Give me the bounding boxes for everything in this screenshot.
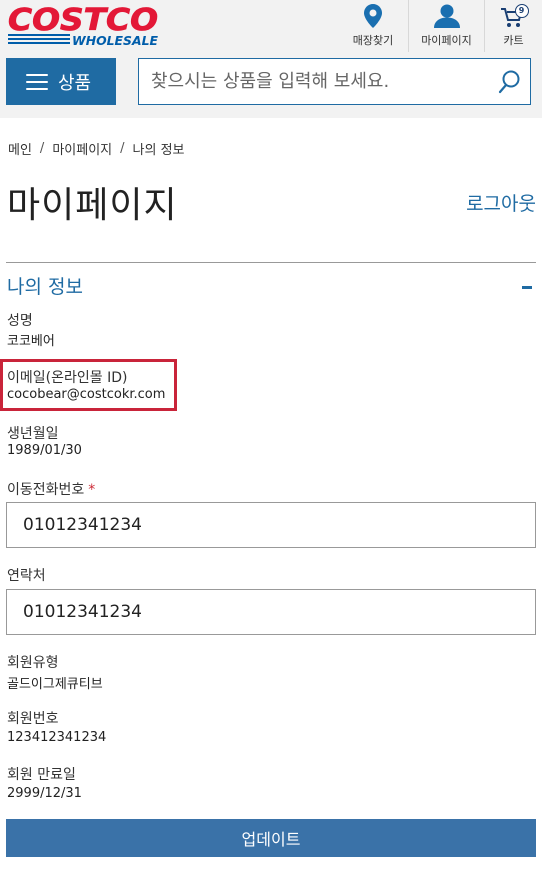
page-title: 마이페이지 (7, 185, 178, 226)
member-type-value: 골드이그제큐티브 (7, 677, 103, 692)
contact-input[interactable] (6, 589, 536, 635)
required-marker: * (88, 482, 96, 498)
costco-logo[interactable]: COSTCO WHOLESALE (6, 4, 160, 48)
nav-cart[interactable]: 9 카트 (484, 0, 542, 52)
member-number-label: 회원번호 (7, 711, 59, 727)
mobile-label-text: 이동전화번호 (7, 482, 85, 498)
mobile-input[interactable] (6, 502, 536, 548)
email-label: 이메일(온라인몰 ID) (7, 370, 128, 386)
update-button[interactable]: 업데이트 (6, 819, 536, 857)
hamburger-icon (26, 73, 48, 90)
nav-mypage-label: 마이페이지 (421, 34, 472, 47)
nav-mypage[interactable]: 마이페이지 (408, 0, 484, 52)
my-info-section-header[interactable]: 나의 정보 (7, 272, 535, 298)
member-type-label: 회원유형 (7, 655, 59, 671)
logout-link[interactable]: 로그아웃 (466, 189, 536, 216)
cart-icon-wrap: 9 (500, 4, 529, 28)
header-nav: 매장찾기 마이페이지 9 카트 (338, 0, 542, 52)
member-number-value: 123412341234 (7, 730, 107, 745)
name-label: 성명 (7, 313, 33, 329)
breadcrumb-separator: / (120, 141, 125, 156)
site-header: COSTCO WHOLESALE 매장찾기 마이페이지 9 카트 상품 찾으시는… (0, 0, 542, 118)
expiry-label: 회원 만료일 (7, 767, 76, 783)
location-pin-icon (364, 4, 382, 28)
section-title: 나의 정보 (7, 275, 83, 298)
mobile-label: 이동전화번호 * (7, 479, 95, 499)
search-input[interactable] (139, 59, 488, 104)
logo-costco-text: COSTCO (8, 4, 158, 38)
product-menu-label: 상품 (58, 72, 92, 94)
logo-stripe-3 (8, 42, 70, 44)
nav-store-locator[interactable]: 매장찾기 (338, 0, 408, 52)
section-divider (6, 262, 536, 263)
user-icon (433, 4, 460, 28)
logo-wholesale-text: WHOLESALE (72, 34, 159, 48)
breadcrumb-home[interactable]: 메인 (8, 139, 32, 158)
breadcrumb: 메인 / 마이페이지 / 나의 정보 (8, 139, 185, 158)
cart-count-badge: 9 (514, 4, 529, 18)
breadcrumb-my-info: 나의 정보 (132, 143, 185, 158)
search-bar (138, 58, 531, 105)
collapse-minus-icon[interactable] (522, 285, 532, 289)
name-value: 코코베어 (7, 334, 55, 349)
breadcrumb-separator: / (39, 141, 45, 156)
birthdate-value: 1989/01/30 (7, 443, 82, 458)
email-value: cocobear@costcokr.com (7, 387, 166, 402)
birthdate-label: 생년월일 (7, 426, 59, 442)
product-menu-button[interactable]: 상품 (6, 58, 116, 105)
contact-label: 연락처 (7, 568, 46, 584)
nav-cart-label: 카트 (503, 34, 524, 47)
logo-stripe-1 (8, 34, 70, 36)
nav-store-label: 매장찾기 (352, 34, 394, 47)
breadcrumb-mypage[interactable]: 마이페이지 (52, 139, 112, 158)
logo-stripe-2 (8, 38, 70, 40)
search-icon[interactable] (488, 59, 530, 104)
expiry-value: 2999/12/31 (7, 786, 82, 801)
